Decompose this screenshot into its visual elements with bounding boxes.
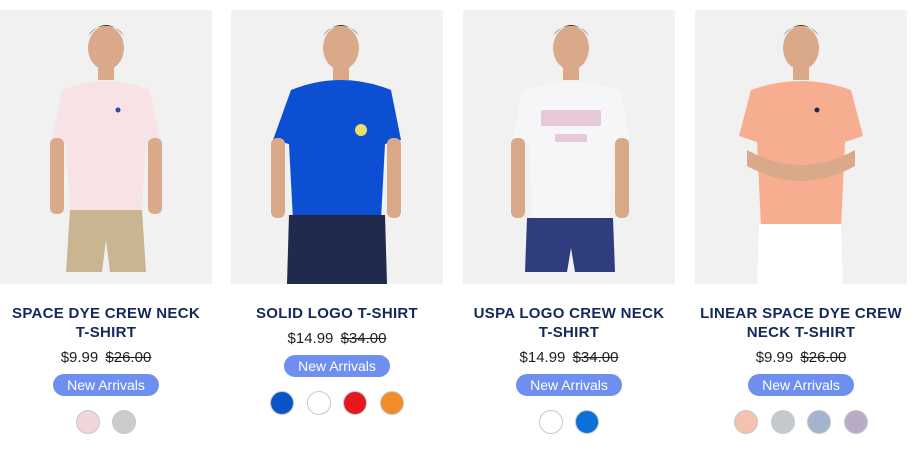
product-grid: SPACE DYE CREW NECK T-SHIRT $9.99 $26.00… <box>0 0 915 449</box>
product-image[interactable] <box>463 10 675 284</box>
title-line: SPACE DYE CREW NECK <box>12 305 200 322</box>
price-row: $14.99 $34.00 <box>463 349 675 366</box>
original-price: $34.00 <box>572 349 619 366</box>
color-swatch[interactable] <box>343 391 368 415</box>
title-line: T-SHIRT <box>75 324 137 341</box>
new-arrivals-badge[interactable]: New Arrivals <box>516 374 622 396</box>
product-image[interactable] <box>695 10 907 284</box>
color-swatch[interactable] <box>306 391 331 415</box>
product-image[interactable] <box>231 10 443 284</box>
title-line: SOLID LOGO T-SHIRT <box>255 305 419 322</box>
product-title[interactable]: LINEAR SPACE DYE CREW NECK T-SHIRT <box>695 304 907 342</box>
sale-price: $9.99 <box>755 349 794 366</box>
product-card: SPACE DYE CREW NECK T-SHIRT $9.99 $26.00… <box>0 10 212 434</box>
sale-price: $14.99 <box>519 349 566 366</box>
original-price: $34.00 <box>340 330 387 347</box>
color-swatch[interactable] <box>807 410 832 434</box>
product-title[interactable]: SPACE DYE CREW NECK T-SHIRT <box>0 304 212 342</box>
color-swatches <box>463 410 675 434</box>
price-row: $9.99 $26.00 <box>0 349 212 366</box>
color-swatch[interactable] <box>734 410 759 434</box>
color-swatch[interactable] <box>770 410 795 434</box>
model-photo <box>463 10 675 284</box>
color-swatch[interactable] <box>379 391 404 415</box>
color-swatches <box>0 410 212 434</box>
title-line: T-SHIRT <box>538 324 600 341</box>
model-photo <box>231 10 443 284</box>
model-photo <box>695 10 907 284</box>
product-title[interactable]: USPA LOGO CREW NECK T-SHIRT <box>463 304 675 342</box>
sale-price: $9.99 <box>60 349 99 366</box>
color-swatch[interactable] <box>270 391 295 415</box>
price-row: $14.99 $34.00 <box>231 330 443 347</box>
original-price: $26.00 <box>105 349 152 366</box>
new-arrivals-badge[interactable]: New Arrivals <box>748 374 854 396</box>
new-arrivals-badge[interactable]: New Arrivals <box>53 374 159 396</box>
color-swatch[interactable] <box>112 410 137 434</box>
color-swatch[interactable] <box>843 410 868 434</box>
product-card: LINEAR SPACE DYE CREW NECK T-SHIRT $9.99… <box>695 10 907 434</box>
color-swatches <box>695 410 907 434</box>
color-swatches <box>231 391 443 415</box>
color-swatch[interactable] <box>575 410 600 434</box>
color-swatch[interactable] <box>538 410 563 434</box>
title-line: LINEAR SPACE DYE CREW <box>700 305 902 322</box>
original-price: $26.00 <box>800 349 847 366</box>
title-line: USPA LOGO CREW NECK <box>473 305 665 322</box>
product-title[interactable]: SOLID LOGO T-SHIRT <box>231 304 443 323</box>
title-line: NECK T-SHIRT <box>746 324 856 341</box>
new-arrivals-badge[interactable]: New Arrivals <box>284 355 390 377</box>
product-card: USPA LOGO CREW NECK T-SHIRT $14.99 $34.0… <box>463 10 675 434</box>
sale-price: $14.99 <box>287 330 334 347</box>
product-card: SOLID LOGO T-SHIRT $14.99 $34.00 New Arr… <box>231 10 443 415</box>
price-row: $9.99 $26.00 <box>695 349 907 366</box>
model-photo <box>0 10 212 284</box>
color-swatch[interactable] <box>75 410 100 434</box>
product-image[interactable] <box>0 10 212 284</box>
